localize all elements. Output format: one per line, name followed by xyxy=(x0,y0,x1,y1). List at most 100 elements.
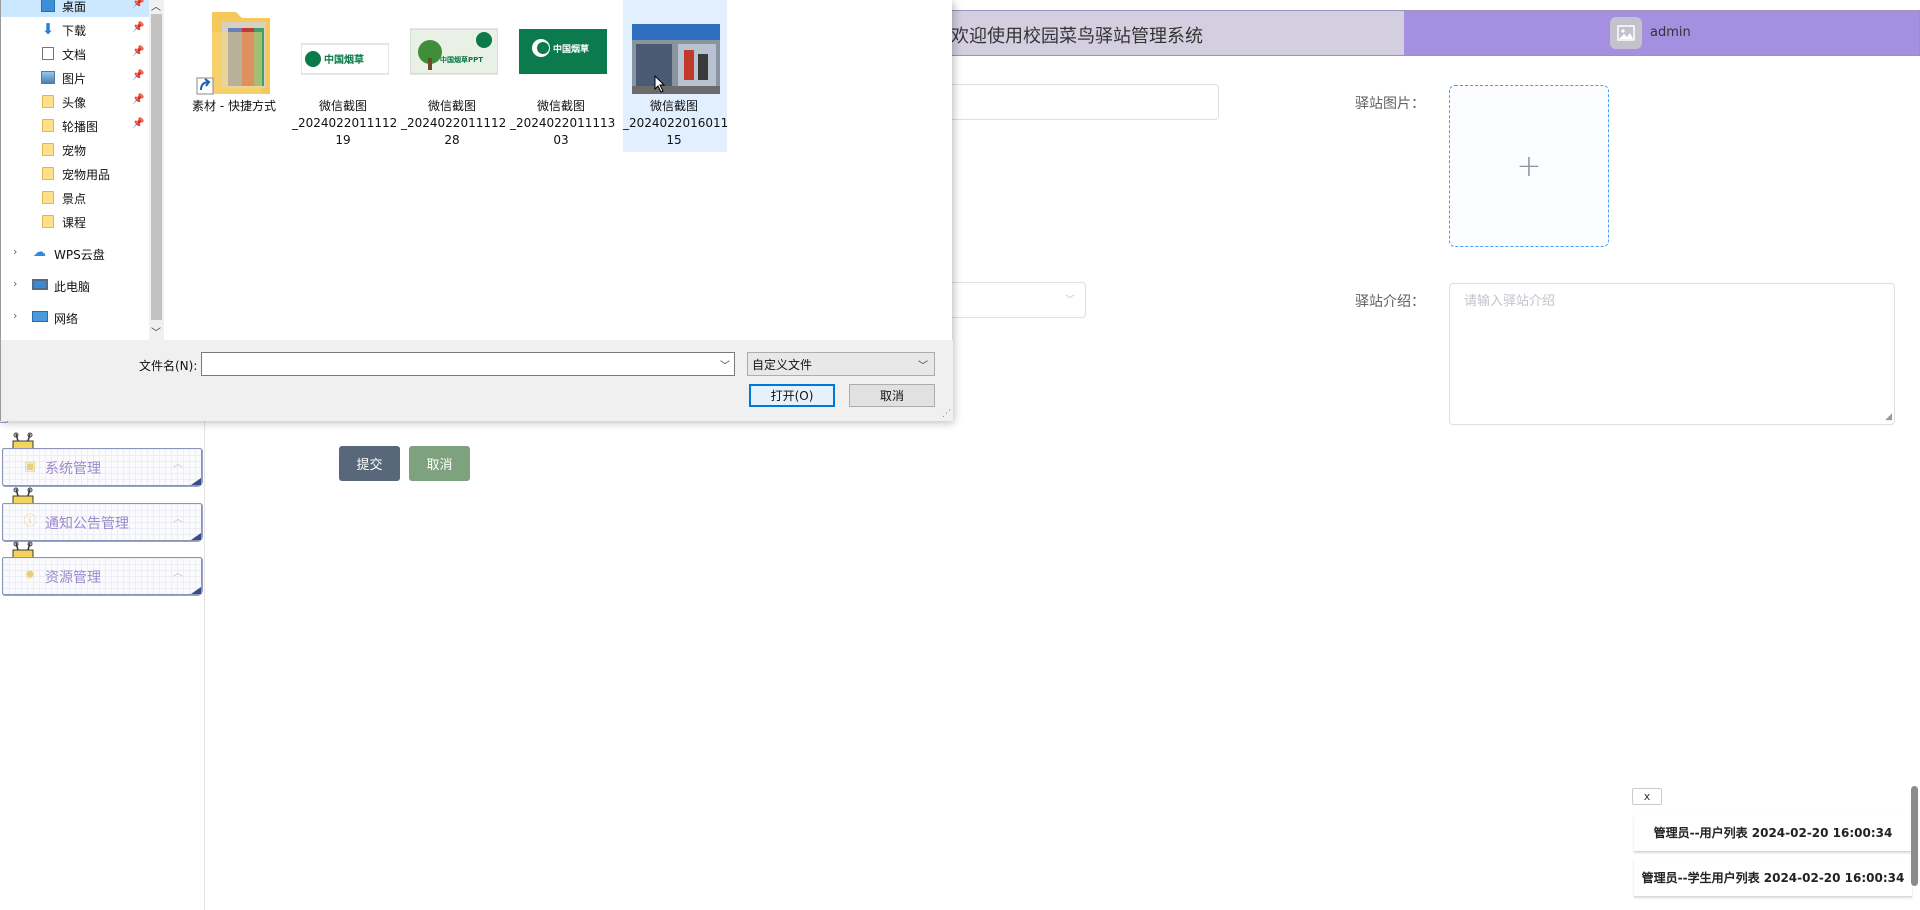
nav-item-label: 下载 xyxy=(62,24,87,38)
nav-item-folder[interactable]: 景点 xyxy=(1,187,149,209)
image-thumbnail: 中国烟草 xyxy=(301,43,389,75)
nav-item-downloads[interactable]: ⬇ 下载 📌 xyxy=(1,19,149,41)
document-icon xyxy=(42,47,54,60)
settings-icon: ▣ xyxy=(23,459,37,474)
sidebar-item-resource[interactable]: ✹ 资源管理 ︿ xyxy=(2,557,202,595)
station-name-input[interactable] xyxy=(930,84,1219,120)
chevron-down-icon: ︿ xyxy=(173,459,183,470)
nav-item-wps-cloud[interactable]: › ☁ WPS云盘 xyxy=(1,243,149,265)
plus-icon: + xyxy=(1516,148,1542,184)
username: admin xyxy=(1650,25,1691,40)
cloud-icon: ☁ xyxy=(33,245,46,260)
nav-item-label: 课程 xyxy=(62,216,87,230)
scrollbar-thumb[interactable] xyxy=(151,14,162,320)
sidebar-item-label: 系统管理 xyxy=(45,461,101,477)
folder-icon xyxy=(42,191,54,204)
image-icon xyxy=(1617,25,1635,41)
user-menu[interactable]: admin xyxy=(1404,11,1919,55)
folder-icon xyxy=(42,119,54,132)
chevron-down-icon: ﹀ xyxy=(918,361,928,372)
nav-item-label: 此电脑 xyxy=(54,280,91,294)
nav-item-folder[interactable]: 课程 xyxy=(1,211,149,233)
navigation-pane: 桌面 📌 ⬇ 下载 📌 文档 📌 图片 📌 头像 📌 轮播图 📌 宠物 宠物用品… xyxy=(1,0,149,340)
nav-item-network[interactable]: › 网络 xyxy=(1,307,149,329)
station-intro-textarea[interactable]: 请输入驿站介绍 ◢ xyxy=(1449,283,1895,425)
nav-item-label: 文档 xyxy=(62,48,87,62)
info-icon: ⓘ xyxy=(23,514,37,529)
page-fold-icon xyxy=(191,478,201,485)
history-close-button[interactable]: x xyxy=(1632,788,1662,805)
scroll-down-icon[interactable]: ﹀ xyxy=(151,324,161,339)
station-select[interactable]: ﹀ xyxy=(930,282,1086,318)
filename-input[interactable]: ﹀ xyxy=(201,352,735,376)
file-open-dialog: 桌面 📌 ⬇ 下载 📌 文档 📌 图片 📌 头像 📌 轮播图 📌 宠物 宠物用品… xyxy=(0,0,953,421)
network-icon xyxy=(32,311,48,322)
cancel-button[interactable]: 取消 xyxy=(409,446,470,481)
nav-item-folder[interactable]: 宠物用品 xyxy=(1,163,149,185)
nav-item-pictures[interactable]: 图片 📌 xyxy=(1,67,149,89)
nav-item-documents[interactable]: 文档 📌 xyxy=(1,43,149,65)
chevron-down-icon: ︿ xyxy=(173,514,183,525)
chevron-down-icon: ︿ xyxy=(173,568,183,579)
page-scrollbar[interactable] xyxy=(1911,786,1918,886)
sidebar-item-system[interactable]: ▣ 系统管理 ︿ xyxy=(2,448,202,486)
chevron-right-icon[interactable]: › xyxy=(13,277,17,290)
sidebar-item-label: 资源管理 xyxy=(45,570,101,586)
resize-grip-icon[interactable]: ◢ xyxy=(1885,412,1892,422)
history-item[interactable]: 管理员--用户列表 2024-02-20 16:00:34 xyxy=(1634,814,1912,852)
file-name: 微信截图 _2024022016011 15 xyxy=(623,99,729,147)
nav-item-label: 宠物 xyxy=(62,144,87,158)
station-image-label: 驿站图片： xyxy=(1355,96,1425,112)
file-item[interactable]: 中国烟草 微信截图 _2024022011112 19 xyxy=(292,0,397,152)
nav-item-desktop[interactable]: 桌面 📌 xyxy=(1,0,149,17)
page-fold-icon xyxy=(191,587,201,594)
sidebar-item-notice[interactable]: ⓘ 通知公告管理 ︿ xyxy=(2,503,202,541)
file-item[interactable]: 中国烟草PPT 微信截图 _2024022011112 28 xyxy=(401,0,506,152)
nav-item-folder[interactable]: 头像 📌 xyxy=(1,91,149,113)
pin-icon: 📌 xyxy=(132,94,145,105)
dialog-footer: 文件名(N): ﹀ 自定义文件 ﹀ 打开(O) 取消 ⋰ xyxy=(1,340,953,421)
chevron-right-icon[interactable]: › xyxy=(13,309,17,322)
nav-item-folder[interactable]: 宠物 xyxy=(1,139,149,161)
picture-icon xyxy=(41,71,55,84)
nav-item-label: 宠物用品 xyxy=(62,168,111,182)
chevron-right-icon[interactable]: › xyxy=(13,245,17,258)
avatar[interactable] xyxy=(1610,17,1642,49)
nav-item-label: 图片 xyxy=(62,72,87,86)
textarea-placeholder: 请输入驿站介绍 xyxy=(1464,294,1556,309)
folder-icon xyxy=(42,215,54,228)
file-name: 微信截图 _2024022011113 03 xyxy=(510,99,616,147)
dialog-cancel-button[interactable]: 取消 xyxy=(849,384,935,407)
svg-text:中国烟草: 中国烟草 xyxy=(324,53,364,66)
pin-icon: 📌 xyxy=(132,118,145,129)
open-button[interactable]: 打开(O) xyxy=(749,384,835,407)
pin-icon: 📌 xyxy=(132,70,145,81)
nav-item-label: 轮播图 xyxy=(62,120,99,134)
image-upload[interactable]: + xyxy=(1449,85,1609,247)
file-item[interactable]: 中国烟草 微信截图 _2024022011113 03 xyxy=(510,0,616,152)
nav-item-label: WPS云盘 xyxy=(54,248,105,262)
download-icon: ⬇ xyxy=(41,20,55,38)
file-item[interactable]: 素材 - 快捷方式 xyxy=(183,0,285,152)
file-type-select[interactable]: 自定义文件 ﹀ xyxy=(747,352,935,376)
pin-icon: 📌 xyxy=(132,46,145,57)
folder-icon xyxy=(42,95,54,108)
chevron-down-icon[interactable]: ﹀ xyxy=(720,357,730,372)
page-title: 欢迎使用校园菜鸟驿站管理系统 xyxy=(951,26,1203,47)
file-item-selected[interactable]: 微信截图 _2024022016011 15 xyxy=(623,0,729,152)
sidebar-item-label: 通知公告管理 xyxy=(45,516,129,532)
resize-grip-icon[interactable]: ⋰ xyxy=(942,409,951,419)
nav-scrollbar[interactable]: ︿ ﹀ xyxy=(149,0,164,340)
mouse-cursor-icon xyxy=(654,75,666,93)
nav-item-this-pc[interactable]: › 此电脑 xyxy=(1,275,149,297)
resource-icon: ✹ xyxy=(24,568,36,583)
computer-icon xyxy=(32,279,48,290)
svg-text:中国烟草: 中国烟草 xyxy=(553,43,589,55)
history-item[interactable]: 管理员--学生用户列表 2024-02-20 16:00:34 xyxy=(1634,859,1912,897)
scroll-up-icon[interactable]: ︿ xyxy=(151,0,161,13)
submit-button[interactable]: 提交 xyxy=(339,446,400,481)
page-fold-icon xyxy=(191,533,201,540)
nav-item-folder[interactable]: 轮播图 📌 xyxy=(1,115,149,137)
folder-icon xyxy=(42,167,54,180)
folder-icon xyxy=(42,143,54,156)
